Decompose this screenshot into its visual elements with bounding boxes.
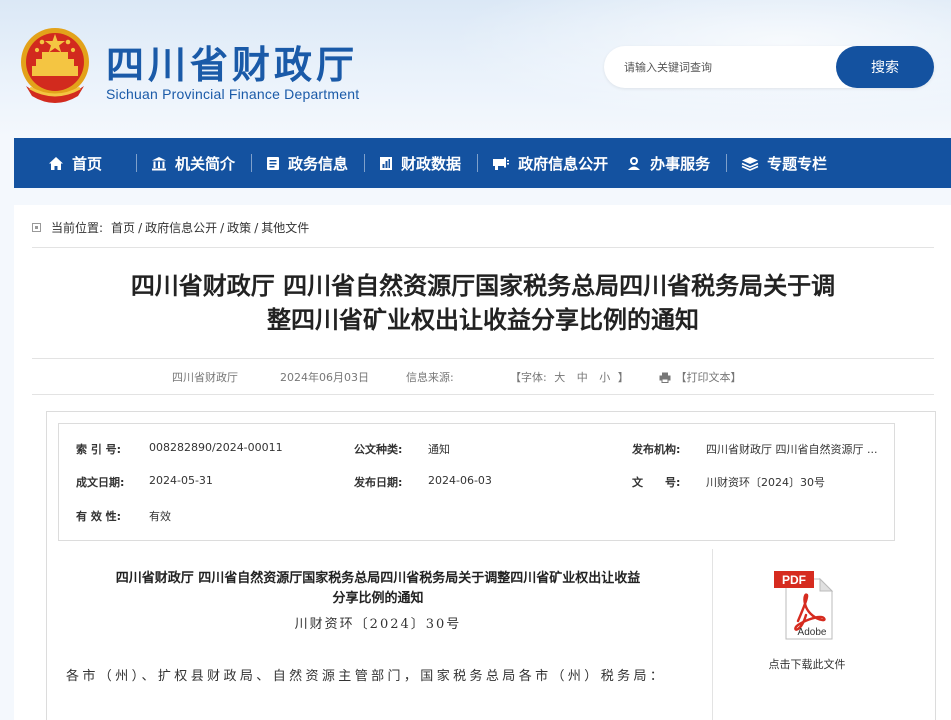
breadcrumb-item-policy[interactable]: 政策: [227, 219, 251, 236]
nav-divider: [364, 154, 366, 172]
building-icon: [151, 156, 167, 171]
nav-item-label: 首页: [72, 154, 103, 173]
breadcrumb: 当前位置: 首页 / 政府信息公开 / 政策 / 其他文件: [32, 219, 309, 236]
content-panel: 当前位置: 首页 / 政府信息公开 / 政策 / 其他文件 四川省财政厅 四川省…: [14, 205, 951, 720]
breadcrumb-prefix: 当前位置:: [51, 221, 104, 235]
font-size-bracket: 】: [617, 371, 629, 384]
nav-item-label: 专题专栏: [767, 154, 828, 173]
nav-item-topics[interactable]: 专题专栏: [741, 138, 827, 188]
body-title: 四川省财政厅 四川省自然资源厅国家税务总局四川省税务局关于调整四川省矿业权出让收…: [58, 569, 698, 609]
divider: [32, 247, 934, 248]
publishing-org-value: 四川省财政厅 四川省自然资源厅 ...: [706, 443, 878, 456]
document-number-value: 川财资环〔2024〕30号: [706, 476, 825, 489]
created-date-value: 2024-05-31: [149, 474, 213, 487]
meta-source-label: 信息来源:: [406, 371, 454, 384]
user-service-icon: [626, 156, 642, 171]
nav-divider: [136, 154, 138, 172]
document-title: 四川省财政厅 四川省自然资源厅国家税务总局四川省税务局关于调 整四川省矿业权出让…: [32, 269, 934, 337]
nav-divider: [251, 154, 253, 172]
index-number-value: 008282890/2024-00011: [149, 441, 283, 454]
breadcrumb-separator: /: [254, 220, 259, 235]
body-document-number: 川财资环〔2024〕30号: [294, 617, 462, 632]
nav-item-home[interactable]: 首页: [48, 138, 102, 188]
nav-item-about[interactable]: 机关简介: [151, 138, 235, 188]
pdf-badge-text: PDF: [782, 573, 806, 587]
document-title-line-1: 四川省财政厅 四川省自然资源厅国家税务总局四川省税务局关于调: [130, 272, 836, 300]
nav-item-news[interactable]: 政务信息: [266, 138, 348, 188]
nav-item-finance-data[interactable]: 财政数据: [379, 138, 461, 188]
document-number-label: 文 号:: [632, 476, 681, 489]
validity-label: 有 效 性:: [76, 510, 122, 523]
body-title-line-2: 分享比例的通知: [332, 591, 424, 606]
validity-value: 有效: [149, 510, 171, 523]
font-size-label: 【字体:: [510, 371, 547, 384]
nav-divider: [477, 154, 479, 172]
chart-icon: [379, 156, 393, 171]
breadcrumb-separator: /: [138, 220, 143, 235]
home-icon: [48, 156, 64, 171]
nav-item-label: 机关简介: [175, 154, 236, 173]
document-title-line-2: 整四川省矿业权出让收益分享比例的通知: [267, 306, 699, 334]
nav-item-services[interactable]: 办事服务: [626, 138, 710, 188]
doc-type-value: 通知: [428, 443, 450, 456]
print-label: 【打印文本】: [675, 371, 742, 384]
body-title-line-1: 四川省财政厅 四川省自然资源厅国家税务总局四川省税务局关于调整四川省矿业权出让收…: [115, 571, 641, 586]
layers-icon: [741, 156, 759, 171]
search-box: 搜索: [604, 46, 934, 88]
publishing-org-label: 发布机构:: [632, 443, 681, 456]
divider: [32, 358, 934, 359]
nav-item-label: 政务信息: [288, 154, 349, 173]
nav-item-gov-info[interactable]: 政府信息公开: [492, 138, 608, 188]
nav-item-label: 办事服务: [650, 154, 711, 173]
nav-item-label: 财政数据: [401, 154, 462, 173]
main-nav: 首页 机关简介 政务信息 财政数据 政府信息公开 办事服务 专题专栏: [14, 138, 951, 188]
breadcrumb-item-other-docs[interactable]: 其他文件: [261, 219, 309, 236]
breadcrumb-separator: /: [220, 220, 225, 235]
vertical-divider: [712, 549, 713, 720]
adobe-brand-text: Adobe: [798, 627, 827, 638]
nav-item-label: 政府信息公开: [518, 154, 609, 173]
search-button[interactable]: 搜索: [836, 46, 934, 88]
nav-divider: [726, 154, 728, 172]
breadcrumb-item-home[interactable]: 首页: [111, 219, 135, 236]
printer-icon: [659, 372, 671, 386]
print-button[interactable]: 【打印文本】: [659, 369, 742, 386]
site-title: 四川省财政厅: [106, 43, 359, 87]
meta-publisher: 四川省财政厅: [172, 371, 238, 384]
national-emblem-icon: [18, 26, 92, 106]
search-input[interactable]: [624, 57, 824, 77]
pdf-download-icon[interactable]: PDF Adobe: [770, 567, 840, 643]
site-subtitle: Sichuan Provincial Finance Department: [106, 86, 360, 102]
document-icon: [266, 156, 280, 171]
font-size-control: 【字体: 大 中 小 】: [510, 369, 629, 385]
index-number-label: 索 引 号:: [76, 443, 122, 456]
breadcrumb-item-gov-info[interactable]: 政府信息公开: [145, 219, 217, 236]
published-date-value: 2024-06-03: [428, 474, 492, 487]
font-size-large-button[interactable]: 大: [554, 371, 565, 384]
download-file-link[interactable]: 点击下载此文件: [732, 656, 882, 672]
meta-date: 2024年06月03日: [280, 371, 369, 384]
font-size-small-button[interactable]: 小: [599, 371, 610, 384]
doc-type-label: 公文种类:: [354, 443, 403, 456]
location-icon: [32, 223, 41, 232]
published-date-label: 发布日期:: [354, 476, 403, 489]
created-date-label: 成文日期:: [76, 476, 125, 489]
font-size-medium-button[interactable]: 中: [577, 371, 588, 384]
megaphone-icon: [492, 156, 510, 171]
body-paragraph: 各市（州）、扩权县财政局、自然资源主管部门，国家税务总局各市（州）税务局：: [66, 669, 667, 684]
divider: [32, 394, 934, 395]
